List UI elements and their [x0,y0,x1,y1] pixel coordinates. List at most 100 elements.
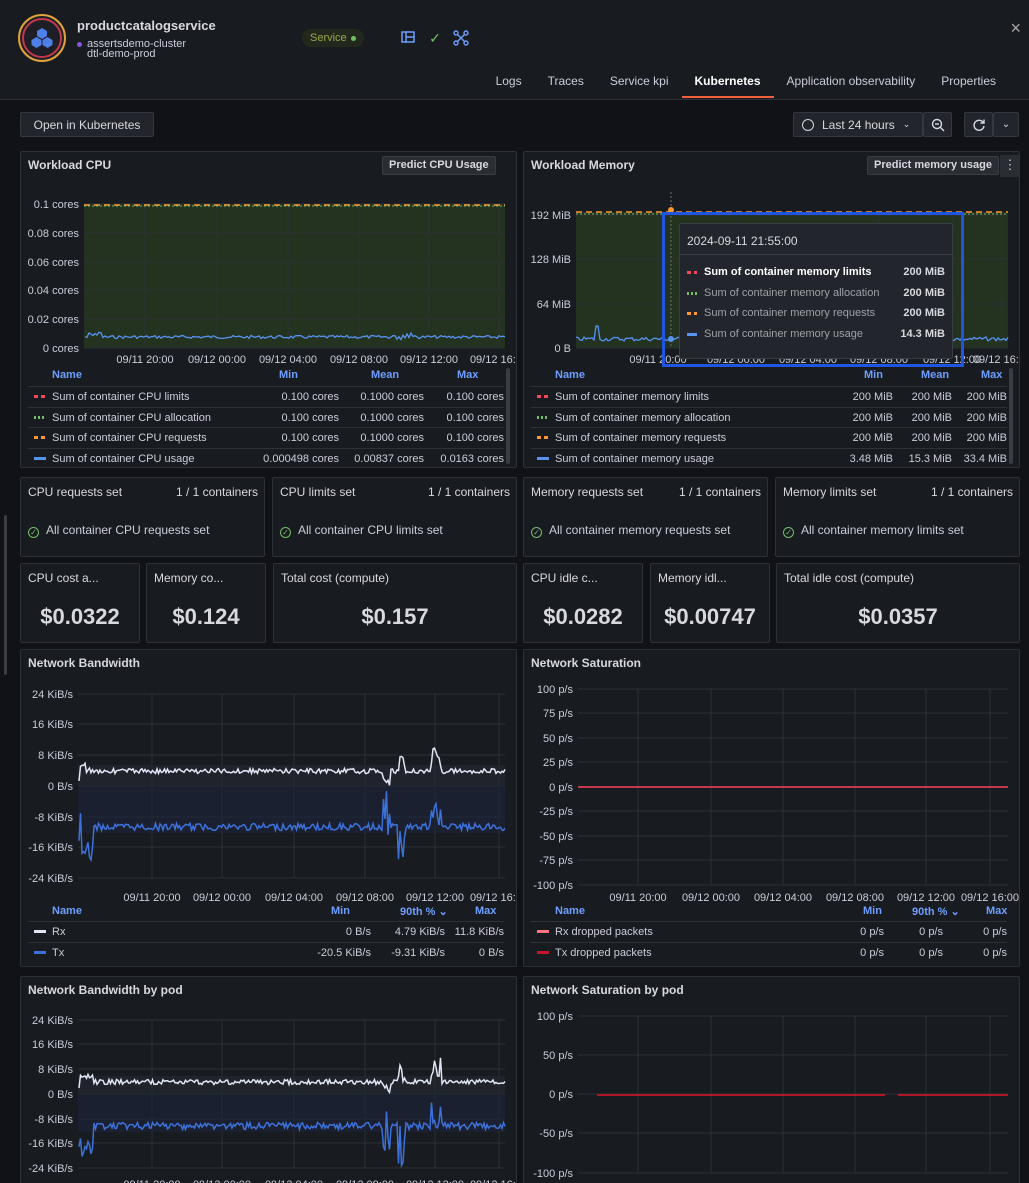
legend-header-mean[interactable]: Mean [921,369,949,381]
app-root: productcatalogservice assertsdemo-cluste… [0,0,1029,1183]
legend-swatch [34,930,46,933]
refresh-interval-button[interactable]: ⌄ [993,112,1019,137]
cost-title: Memory co... [154,571,224,585]
legend-header-name[interactable]: Name [555,905,585,917]
legend-row[interactable]: Sum of container memory limits 200 MiB 200… [531,386,1007,406]
legend-header-p90[interactable]: 90th % ⌄ [400,905,448,918]
tab-properties[interactable]: Properties [928,74,1009,98]
y-tick-label: -50 p/s [539,831,573,843]
open-in-kubernetes-button[interactable]: Open in Kubernetes [20,112,154,137]
legend-mean: 0.1000 cores [360,432,424,444]
time-range-picker[interactable]: Last 24 hours ⌄ [793,112,923,137]
legend-header-min[interactable]: Min [863,905,882,917]
legend-swatch [34,395,46,398]
legend-header-min[interactable]: Min [864,369,883,381]
legend-row[interactable]: Sum of container CPU usage 0.000498 cores… [28,447,504,468]
legend-swatch [537,415,549,419]
zoom-out-icon [931,118,944,131]
graph-icon[interactable] [453,30,469,46]
legend-row[interactable]: Tx dropped packets 0 p/s 0 p/s 0 p/s [531,941,1007,962]
legend-name: Tx dropped packets [555,946,652,959]
legend-row[interactable]: Sum of container CPU limits 0.100 cores 0.… [28,386,504,406]
cost-value: $0.0282 [543,604,623,629]
legend-header-p90[interactable]: 90th % ⌄ [912,905,960,918]
legend-header-max[interactable]: Max [981,369,1002,381]
y-tick-label: -50 p/s [539,1128,573,1140]
cost-panel: CPU idle c... $0.0282 [523,563,643,643]
x-tick-label: 09/12 16:00 [973,354,1020,366]
tab-service-kpi[interactable]: Service kpi [597,74,682,98]
dashboard-icon[interactable] [400,30,416,46]
legend-header-max[interactable]: Max [986,905,1007,917]
legend-scrollbar[interactable] [506,368,510,464]
legend-min: 0 p/s [860,946,884,959]
legend-row[interactable]: Sum of container memory usage 3.48 MiB 15.… [531,447,1007,468]
tooltip-row: Sum of container memory allocation 200 Mi… [687,286,945,302]
network-bandwidth-chart[interactable]: 24 KiB/s 16 KiB/s 8 KiB/s 0 B/s -8 KiB/s -16 … [21,650,517,906]
legend-row[interactable]: Sum of container CPU allocation 0.100 cor… [28,406,504,427]
service-header: productcatalogservice assertsdemo-cluste… [0,0,1029,100]
x-tick-label: 09/12 04:00 [754,892,812,904]
legend-name: Sum of container CPU limits [52,391,190,403]
legend-row[interactable]: Tx -20.5 KiB/s -9.31 KiB/s 0 B/s [28,941,504,962]
time-range-label: Last 24 hours [822,117,895,132]
y-tick-label: -100 p/s [533,1168,573,1180]
y-tick-label: -24 KiB/s [28,1163,73,1175]
tooltip-value: 14.3 MiB [900,328,945,341]
scrollbar[interactable] [4,515,7,675]
legend-header-min[interactable]: Min [279,369,298,381]
network-saturation-by-pod-chart[interactable]: 100 p/s50 p/s0 p/s-50 p/s-100 p/s09/11 2… [524,977,1020,1183]
legend-mean: 200 MiB [911,411,952,424]
network-saturation-chart[interactable]: 100 p/s 75 p/s 50 p/s 25 p/s 0 p/s -25 p/s -50… [524,650,1020,906]
legend-row[interactable]: Rx dropped packets 0 p/s 0 p/s 0 p/s [531,921,1007,941]
legend-swatch [537,950,549,954]
x-tick-label: 09/12 12:00 [406,1179,464,1183]
cost-panel: CPU cost a... $0.0322 [20,563,140,643]
x-tick-label: 09/12 12:00 [406,892,464,904]
y-tick-label: -100 p/s [533,880,573,892]
tab-kubernetes[interactable]: Kubernetes [681,74,774,98]
x-tick-label: 09/12 00:00 [193,1179,251,1183]
check-message: ✓ All container CPU limits set [280,523,443,538]
legend-p90: -9.31 KiB/s [391,946,445,959]
zoom-out-button[interactable] [923,112,952,137]
y-tick-label: 25 p/s [543,757,573,769]
x-tick-label: 09/12 16:00 [961,892,1019,904]
tooltip-value: 200 MiB [903,286,945,299]
tab-application-observability[interactable]: Application observability [774,74,929,98]
legend-min: 200 MiB [852,432,893,444]
network-bandwidth-by-pod-chart[interactable]: 24 KiB/s 16 KiB/s 8 KiB/s 0 B/s -8 KiB/s -16 … [21,977,517,1183]
y-tick-label: 16 KiB/s [32,719,73,731]
legend-header-max[interactable]: Max [457,369,478,381]
legend-header-min[interactable]: Min [331,905,350,917]
tab-traces[interactable]: Traces [535,74,597,98]
legend-row[interactable]: Sum of container memory requests 200 MiB 2… [531,427,1007,447]
tooltip-value: 200 MiB [903,307,945,320]
legend-header-name[interactable]: Name [52,905,82,917]
legend-scrollbar[interactable] [1009,368,1013,464]
close-icon[interactable]: × [1010,18,1021,39]
legend-row[interactable]: Rx 0 B/s 4.79 KiB/s 11.8 KiB/s [28,921,504,941]
legend-header-max[interactable]: Max [475,905,496,917]
check-message: ✓ All container CPU requests set [28,523,209,538]
legend-row[interactable]: Sum of container memory allocation 200 Mi… [531,406,1007,427]
legend-min: 200 MiB [852,411,893,424]
x-tick-label: 09/12 00:00 [193,892,251,904]
legend-header-mean[interactable]: Mean [371,369,399,381]
legend-swatch [34,436,46,439]
x-tick-label: 09/11 20:00 [116,354,173,366]
cpu-chart[interactable]: 0.1 cores 0.08 cores 0.06 cores 0.04 cores 0… [21,152,517,372]
legend-row[interactable]: Sum of container CPU requests 0.100 cores… [28,427,504,447]
legend-header-name[interactable]: Name [52,369,82,381]
tab-logs[interactable]: Logs [483,74,535,98]
tooltip-row: Sum of container memory requests 200 MiB [687,306,945,322]
chart-tooltip-highlight: 2024-09-11 21:55:00 Sum of container mem… [662,212,964,367]
y-tick-label: 24 KiB/s [32,1015,73,1027]
check-icon[interactable]: ✓ [427,30,443,46]
check-title: Memory requests set [531,485,644,499]
y-tick-label: 0.06 cores [28,257,80,269]
legend-mean: 0.00837 cores [354,452,424,465]
refresh-button[interactable] [964,112,993,137]
y-tick-label: 50 p/s [543,733,573,745]
legend-header-name[interactable]: Name [555,369,585,381]
